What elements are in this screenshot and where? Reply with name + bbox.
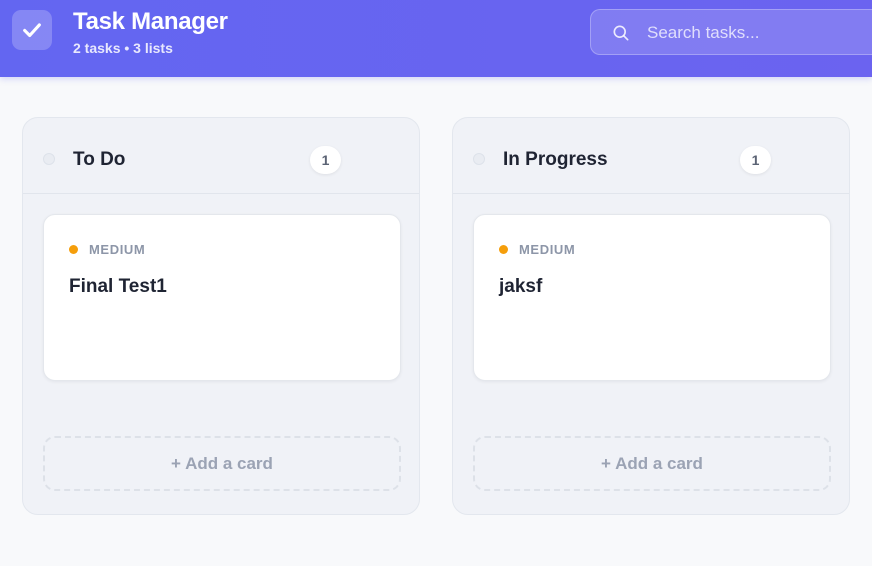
list-header: To Do 1: [23, 118, 419, 194]
add-card-button[interactable]: + Add a card: [473, 436, 831, 491]
task-card[interactable]: MEDIUM jaksf: [473, 214, 831, 381]
priority-label: MEDIUM: [89, 242, 146, 257]
list-header: In Progress 1: [453, 118, 849, 194]
search-box[interactable]: [590, 9, 872, 56]
list-column-in-progress: In Progress 1 MEDIUM jaksf + Add a card: [452, 117, 850, 515]
search-icon: [613, 25, 629, 41]
add-card-button[interactable]: + Add a card: [43, 436, 401, 491]
app-title: Task Manager: [73, 8, 228, 35]
list-title: In Progress: [503, 149, 608, 170]
priority-dot: [499, 245, 508, 254]
app-logo[interactable]: [12, 10, 52, 50]
list-status-dot: [43, 153, 55, 165]
list-title: To Do: [73, 149, 126, 170]
list-count-badge: 1: [740, 146, 771, 174]
task-card[interactable]: MEDIUM Final Test1: [43, 214, 401, 381]
search-input[interactable]: [645, 10, 872, 56]
list-column-todo: To Do 1 MEDIUM Final Test1 + Add a card: [22, 117, 420, 515]
list-count-badge: 1: [310, 146, 341, 174]
priority-dot: [69, 245, 78, 254]
priority-label: MEDIUM: [519, 242, 576, 257]
app-subtitle: 2 tasks • 3 lists: [73, 40, 173, 56]
task-title: Final Test1: [69, 276, 167, 297]
check-icon: [23, 23, 41, 38]
task-title: jaksf: [499, 276, 543, 297]
app-header: Task Manager 2 tasks • 3 lists: [0, 0, 872, 77]
list-status-dot: [473, 153, 485, 165]
